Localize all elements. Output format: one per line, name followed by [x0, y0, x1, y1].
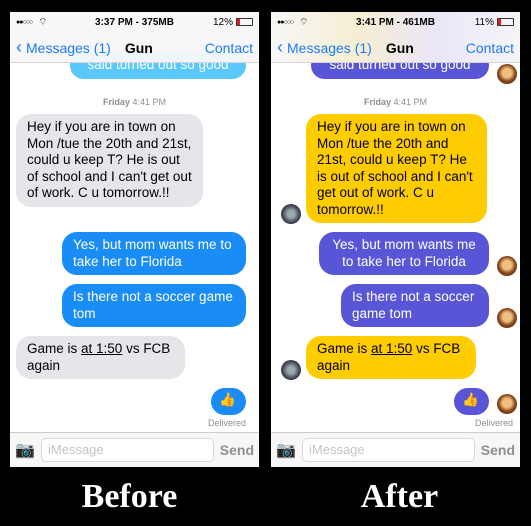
nav-bar: ‹ Messages (1) Gun Contact — [10, 32, 259, 63]
message-outgoing: Yes, but mom wants me to take her to Flo… — [319, 232, 489, 275]
battery-icon — [497, 18, 514, 26]
input-bar: 📷 iMessage Send — [271, 432, 520, 467]
message-outgoing: Is there not a soccer game tom — [62, 284, 246, 327]
before-caption: Before — [81, 478, 178, 515]
my-avatar — [497, 394, 517, 414]
contact-button[interactable]: Contact — [466, 40, 514, 56]
after-caption: After — [360, 478, 439, 515]
battery-icon — [236, 18, 253, 26]
send-button[interactable]: Send — [220, 442, 254, 458]
timestamp: Friday 4:41 PM — [363, 97, 428, 107]
message-incoming: Game is at 1:50 vs FCB again — [16, 336, 185, 379]
camera-icon[interactable]: 📷 — [15, 440, 37, 460]
after-phone-screen: ●●○○○ ⌔ 3:41 PM - 461MB 11% ‹ Messages (1… — [271, 12, 520, 467]
conversation-title: Gun — [124, 39, 153, 56]
nav-bar: ‹ Messages (1) Gun Contact — [271, 32, 520, 63]
conversation-title: Gun — [385, 39, 414, 56]
time-link[interactable]: at 1:50 — [81, 341, 122, 356]
delivered-label: Delivered — [208, 418, 247, 428]
message-input[interactable]: iMessage — [41, 438, 214, 462]
before-phone-screen: ●●○○○ ⌔ 3:37 PM - 375MB 12% ‹ Messages (1… — [10, 12, 259, 467]
thumbs-up-message: 👍 — [454, 388, 489, 415]
message-incoming: Hey if you are in town on Mon /tue the 2… — [16, 114, 203, 207]
time-link[interactable]: at 1:50 — [371, 341, 412, 356]
status-bar: ●●○○○ ⌔ 3:41 PM - 461MB 11% — [271, 12, 520, 32]
my-avatar — [497, 308, 517, 328]
message-input[interactable]: iMessage — [302, 438, 475, 462]
back-label: Messages (1) — [287, 39, 372, 56]
status-time: 3:41 PM - 461MB — [356, 16, 435, 28]
delivered-label: Delivered — [475, 418, 514, 428]
back-button[interactable]: ‹ Messages (1) — [16, 37, 111, 58]
contact-avatar — [281, 360, 301, 380]
message-incoming: Game is at 1:50 vs FCB again — [306, 336, 476, 379]
my-avatar — [497, 256, 517, 276]
back-button[interactable]: ‹ Messages (1) — [277, 37, 372, 58]
message-incoming: Hey if you are in town on Mon /tue the 2… — [306, 114, 487, 223]
message-outgoing: Yes, but mom wants me to take her to Flo… — [62, 232, 246, 275]
camera-icon[interactable]: 📷 — [276, 440, 298, 460]
timestamp: Friday 4:41 PM — [102, 97, 167, 107]
contact-avatar — [281, 204, 301, 224]
back-label: Messages (1) — [26, 39, 111, 56]
my-avatar — [497, 64, 517, 84]
chevron-left-icon: ‹ — [277, 37, 283, 57]
status-bar: ●●○○○ ⌔ 3:37 PM - 375MB 12% — [10, 12, 259, 32]
send-button[interactable]: Send — [481, 442, 515, 458]
status-time: 3:37 PM - 375MB — [95, 16, 174, 28]
thumbs-up-message: 👍 — [211, 388, 246, 415]
input-bar: 📷 iMessage Send — [10, 432, 259, 467]
chevron-left-icon: ‹ — [16, 37, 22, 57]
contact-button[interactable]: Contact — [205, 40, 253, 56]
message-outgoing: Is there not a soccer game tom — [341, 284, 489, 327]
